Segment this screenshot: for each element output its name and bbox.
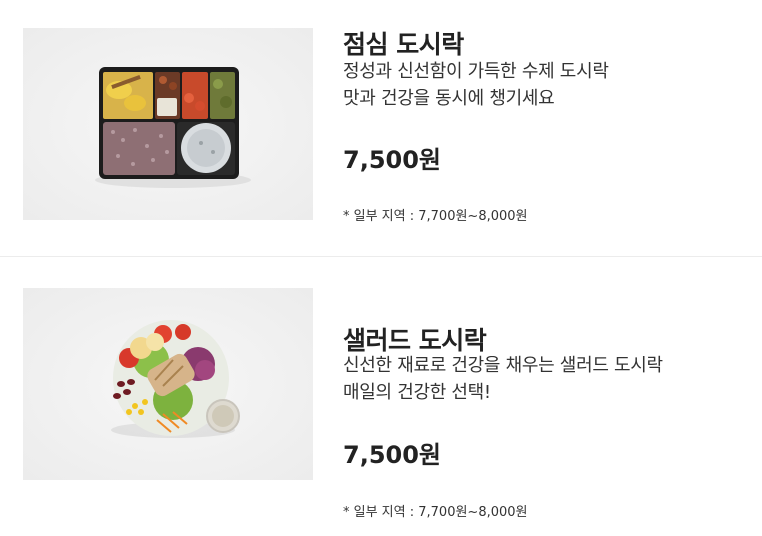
regional-price-note: * 일부 지역 : 7,700원~8,000원: [343, 505, 528, 520]
product-price: 7,500원: [343, 146, 441, 174]
product-description: 정성과 신선함이 가득한 수제 도시락 맛과 건강을 동시에 챙기세요: [343, 58, 609, 112]
product-description: 신선한 재료로 건강을 채우는 샐러드 도시락 매일의 건강한 선택!: [343, 352, 663, 406]
product-card-salad[interactable]: 샐러드 도시락 신선한 재료로 건강을 채우는 샐러드 도시락 매일의 건강한 …: [0, 258, 762, 520]
salad-photo[interactable]: [23, 288, 313, 480]
product-card-lunchbox[interactable]: 점심 도시락 정성과 신선함이 가득한 수제 도시락 맛과 건강을 동시에 챙기…: [0, 0, 762, 258]
lunchbox-photo[interactable]: [23, 28, 313, 220]
description-line: 신선한 재료로 건강을 채우는 샐러드 도시락: [343, 355, 663, 376]
product-price: 7,500원: [343, 441, 441, 469]
divider: [0, 256, 762, 257]
regional-price-note: * 일부 지역 : 7,700원~8,000원: [343, 209, 528, 224]
description-line: 매일의 건강한 선택!: [343, 382, 491, 403]
description-line: 맛과 건강을 동시에 챙기세요: [343, 88, 555, 109]
product-title[interactable]: 점심 도시락: [343, 25, 464, 61]
description-line: 정성과 신선함이 가득한 수제 도시락: [343, 61, 609, 82]
